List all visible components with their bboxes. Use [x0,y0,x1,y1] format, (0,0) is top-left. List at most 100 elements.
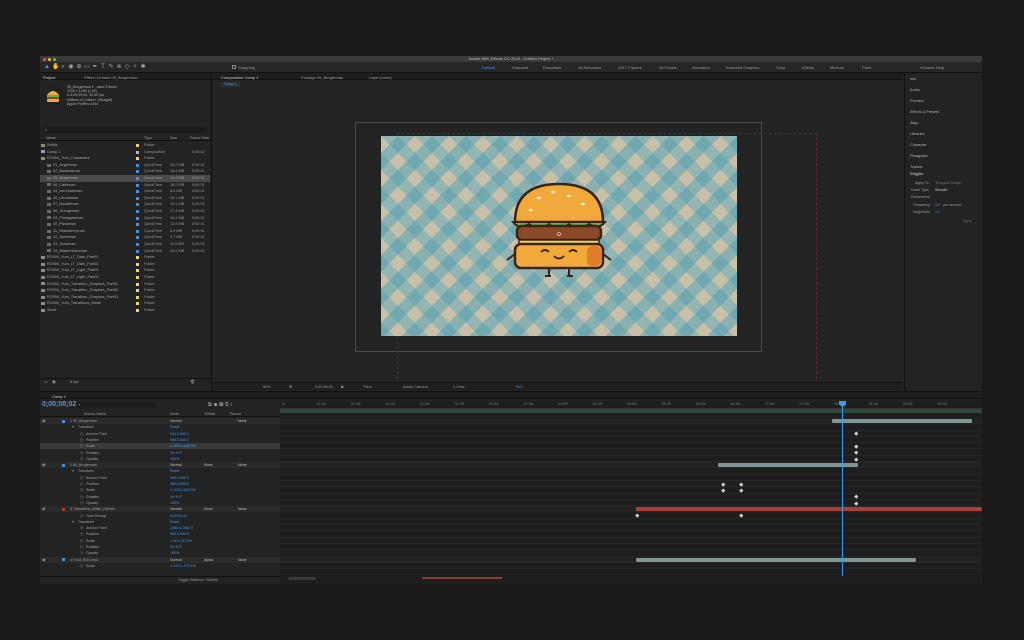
panel-item-effects-presets[interactable]: Effects & Presets [910,110,939,114]
workspace-standard[interactable]: Standard [512,65,528,70]
label-color-swatch[interactable] [136,150,139,154]
column-parent[interactable]: Parent [230,411,241,417]
project-item-row[interactable]: RO004_Yum_LT_Light_Part01 Folder [40,267,210,274]
minimize-window-button[interactable] [48,57,51,61]
maximize-window-button[interactable] [53,57,56,61]
stopwatch-icon[interactable]: ◷ [80,563,84,569]
label-color-swatch[interactable] [136,302,139,306]
project-item-row[interactable]: RO004_Yum_LT_Light_Part02 Folder [40,274,210,281]
wiggler-apply-button[interactable]: Apply [963,219,972,223]
timeline-search-input[interactable]: ⌕ [76,402,156,408]
trash-icon[interactable]: 🗑 [190,379,195,385]
project-item-row[interactable]: 01_Avgdvman QuickTime 13.2 MB 0:00:01 [40,162,210,169]
layer-label-swatch[interactable] [62,419,65,423]
layer-duration-bar[interactable] [636,557,916,562]
draft-3d-icon[interactable]: ⧉ [208,402,212,408]
project-item-row[interactable]: 08_Orangeman QuickTime 17.4 MB 0:00:01 [40,208,210,215]
project-item-row[interactable]: 02_Bananaman QuickTime 16.4 MB 0:00:01 [40,168,210,175]
workspace-minimal[interactable]: Minimal [830,65,844,70]
resolution-dropdown[interactable]: Third [363,383,372,391]
tab-footage[interactable]: Footage 05_Burgerman [301,75,343,80]
label-color-swatch[interactable] [136,309,139,312]
label-color-swatch[interactable] [136,190,139,194]
label-color-swatch[interactable] [136,243,139,246]
project-item-row[interactable]: RO004_Yum_Transition_Graphics_Part01 Fold… [40,281,210,288]
project-item-row[interactable]: 14_Watermelonman QuickTime 10.6 MB 0:00:01 [40,248,210,255]
label-color-swatch[interactable] [136,229,139,233]
project-item-row[interactable]: RO004_Yum_Characters Folder [40,155,210,162]
noise-type-dropdown[interactable]: Smooth [935,188,947,192]
layer-label-swatch[interactable] [62,463,65,467]
comp-timecode[interactable]: 0;00;08;02 [315,383,333,391]
label-color-swatch[interactable] [136,295,139,299]
timeline-track-area[interactable]: 0f 00:15f 01:00f 01:15f 02:00f 02:15f 03:00f 03… [280,401,982,584]
layer-duration-bar[interactable] [832,419,972,423]
eraser-tool-icon[interactable]: ◇ [124,64,130,70]
zoom-slider[interactable] [288,577,316,580]
bpc-toggle[interactable]: 8 bpc [70,379,79,385]
layer-label-swatch[interactable] [62,558,65,562]
camera-snapshot-icon[interactable]: ◙ [341,383,343,391]
magnitude-value[interactable]: 1.0 [935,210,940,214]
composition-viewer[interactable] [381,136,737,336]
close-window-button[interactable] [43,57,46,61]
project-item-row[interactable]: 05_Burgerman QuickTime 16.0 MB 0:00:01 [40,175,210,182]
label-color-swatch[interactable] [136,210,139,213]
label-color-swatch[interactable] [136,177,139,180]
puppet-tool-icon[interactable]: ✱ [140,64,146,70]
project-item-row[interactable]: Solids Folder [40,142,210,149]
search-help-field[interactable]: Search Help [922,65,944,70]
project-item-row[interactable]: RO004_Yum_Transitions_Matte Folder [40,300,210,307]
column-size[interactable]: Size [170,135,177,141]
label-color-swatch[interactable] [136,144,139,147]
tab-composition-comp1[interactable]: Composition Comp 1 [221,75,258,80]
layer-duration-bar[interactable] [718,463,858,468]
new-comp-icon[interactable]: ▣ [52,379,56,385]
toggle-switches-modes[interactable]: Toggle Switches / Modes [178,577,218,584]
label-color-swatch[interactable] [136,157,139,161]
column-type[interactable]: Type [144,135,152,141]
layer-duration-bar[interactable] [636,507,982,512]
label-color-swatch[interactable] [136,262,139,266]
workspace-2017-frames[interactable]: 2017 Frames [618,65,642,70]
workspace-paint[interactable]: Paint [862,65,871,70]
project-search-input[interactable]: ⌕ [43,127,207,133]
label-color-swatch[interactable] [136,183,139,187]
timeline-timecode[interactable]: 0;00;08;02 [42,401,76,408]
label-color-swatch[interactable] [136,249,139,253]
workspace-effects[interactable]: Effects [802,65,814,70]
project-item-row[interactable]: Stock Folder [40,307,210,314]
project-item-row[interactable]: 10_Pizzaman QuickTime 13.9 MB 0:00:01 [40,221,210,228]
project-item-row[interactable]: Comp 1 Composition 0:00:10 [40,149,210,156]
roto-brush-tool-icon[interactable]: ✧ [132,64,138,70]
project-item-row[interactable]: 06_Cakeman QuickTime 16.2 MB 0:00:01 [40,182,210,189]
label-color-swatch[interactable] [136,203,139,207]
label-color-swatch[interactable] [136,269,139,273]
panel-item-align[interactable]: Align [910,121,918,125]
zoom-tool-icon[interactable]: ⌕ [60,64,66,70]
camera-dropdown[interactable]: Active Camera [403,383,428,391]
workspace-all-animation[interactable]: All Animation [578,65,601,70]
tab-project[interactable]: Project [43,75,55,80]
project-item-row[interactable]: 09_Pineappleman QuickTime 16.1 MB 0:00:01 [40,215,210,222]
column-frame-rate[interactable]: Frame Rate [190,135,209,141]
shy-icon[interactable]: ☻ [213,402,218,408]
apply-to-dropdown[interactable]: Temporal Graph [935,181,961,185]
panel-item-audio[interactable]: Audio [910,88,920,92]
project-item-row[interactable]: 06_Lemonman QuickTime 15.1 MB 0:00:01 [40,195,210,202]
label-color-swatch[interactable] [136,216,139,220]
project-item-row[interactable]: RO004_Yum_Transition_Graphics_Part02 Fold… [40,287,210,294]
playhead-line[interactable] [842,401,843,576]
column-trkmat[interactable]: TrkMat [204,411,215,417]
project-item-row[interactable]: RO004_Yum_LT_Dark_Part01 Folder [40,254,210,261]
label-color-swatch[interactable] [136,256,139,260]
label-color-swatch[interactable] [136,163,139,167]
project-item-row[interactable]: 12_Sushiman QuickTime 9.7 MB 0:00:01 [40,234,210,241]
graph-editor-icon[interactable]: ⌇ [230,402,232,408]
zoom-dropdown[interactable]: 50% [263,383,271,391]
label-color-swatch[interactable] [136,223,139,227]
label-color-swatch[interactable] [136,289,139,293]
pan-behind-tool-icon[interactable]: ⊕ [76,64,82,70]
pen-tool-icon[interactable]: ✒ [92,64,98,70]
frequency-value[interactable]: 5.0 [935,203,940,207]
